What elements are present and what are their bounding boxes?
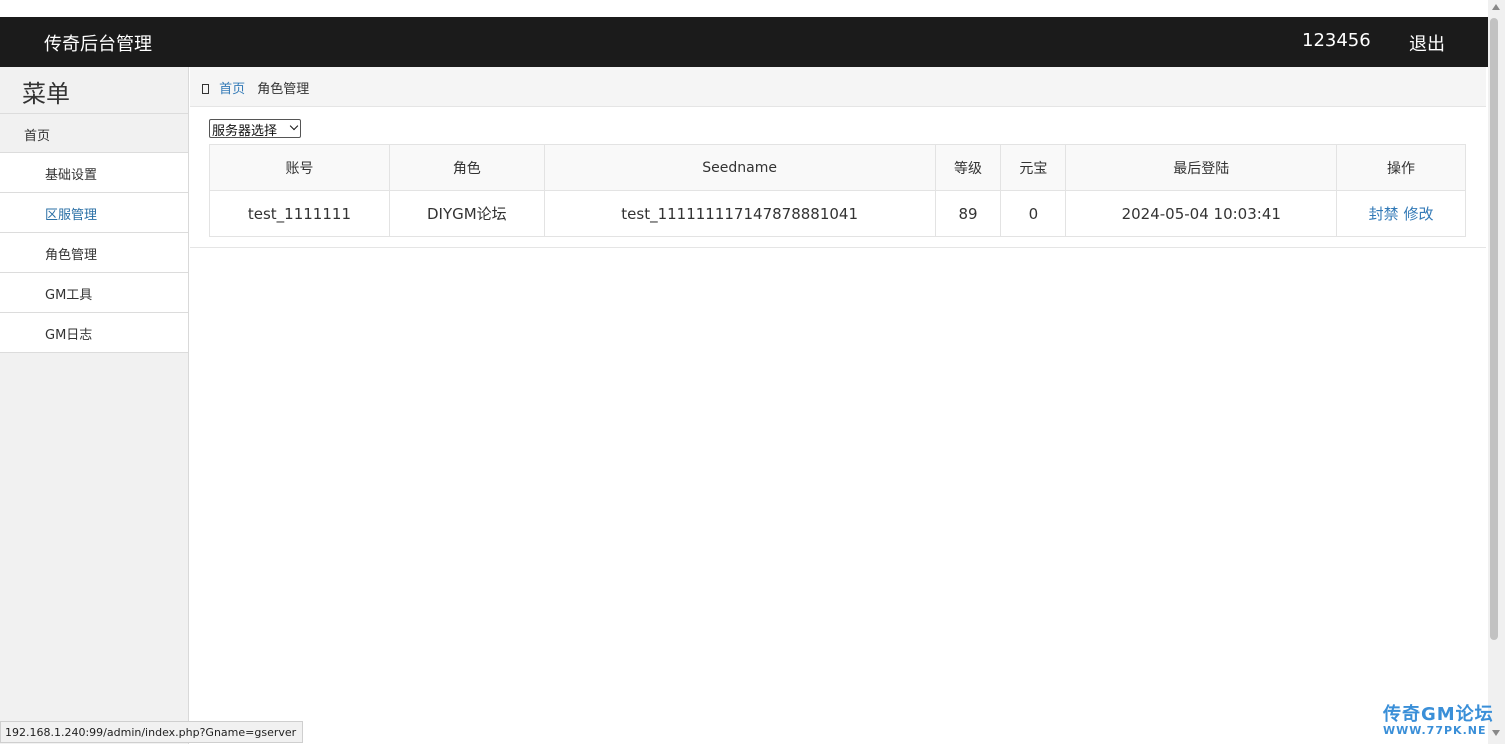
cell-yuanbao: 0: [1000, 190, 1067, 237]
edit-link[interactable]: 修改: [1403, 205, 1433, 223]
role-table: 账号 角色 Seedname 等级 元宝 最后登陆 操作 test_111111…: [209, 144, 1466, 237]
brand-title: 传奇后台管理: [44, 34, 152, 55]
watermark-logo: 传奇GM论坛 WWW.77PK.NE: [1383, 700, 1494, 737]
ban-link[interactable]: 封禁: [1369, 205, 1399, 223]
sidebar-item-gm-log[interactable]: GM日志: [0, 313, 188, 353]
top-gap: [0, 0, 1488, 17]
sidebar-item-role-management[interactable]: 角色管理: [0, 233, 188, 273]
sidebar-item-server-management[interactable]: 区服管理: [0, 193, 188, 233]
sidebar-home[interactable]: 首页: [0, 113, 188, 153]
breadcrumb-home-link[interactable]: 首页: [219, 82, 245, 97]
col-actions: 操作: [1336, 144, 1466, 191]
col-seedname: Seedname: [543, 144, 936, 191]
col-role: 角色: [388, 144, 545, 191]
server-select[interactable]: 服务器选择: [209, 119, 301, 139]
breadcrumb-current: 角色管理: [257, 82, 310, 97]
home-icon: [202, 84, 209, 94]
cell-actions: 封禁 修改: [1336, 190, 1466, 237]
table-header-row: 账号 角色 Seedname 等级 元宝 最后登陆 操作: [209, 144, 1466, 191]
cell-account: test_1111111: [209, 190, 390, 237]
col-yuanbao: 元宝: [1000, 144, 1067, 191]
chevron-down-icon: [289, 121, 299, 131]
status-url-bar: 192.168.1.240:99/admin/index.php?Gname=g…: [0, 721, 304, 743]
cell-last-login: 2024-05-04 10:03:41: [1065, 190, 1338, 237]
vertical-scrollbar[interactable]: [1488, 0, 1505, 744]
username: 123456: [1302, 30, 1371, 51]
scroll-thumb[interactable]: [1490, 18, 1498, 640]
server-select-value: 服务器选择: [212, 124, 278, 139]
breadcrumb: 首页 角色管理: [190, 67, 1486, 107]
sidebar-item-basic-settings[interactable]: 基础设置: [0, 153, 188, 193]
col-level: 等级: [934, 144, 1002, 191]
col-last-login: 最后登陆: [1065, 144, 1338, 191]
sidebar: 菜单 首页 基础设置 区服管理 角色管理 GM工具 GM日志: [0, 67, 189, 744]
watermark-line1: 传奇GM论坛: [1383, 704, 1494, 725]
cell-role: DIYGM论坛: [388, 190, 545, 237]
scroll-up-icon[interactable]: [1492, 4, 1500, 10]
col-account: 账号: [209, 144, 390, 191]
top-header: 传奇后台管理 123456 退出: [0, 17, 1488, 67]
watermark-line2: WWW.77PK.NE: [1383, 724, 1487, 737]
cell-level: 89: [934, 190, 1002, 237]
divider: [190, 247, 1486, 248]
sidebar-item-gm-tools[interactable]: GM工具: [0, 273, 188, 313]
main-content: 首页 角色管理 服务器选择 账号 角色 Seedname 等级 元宝 最后登陆 …: [190, 67, 1486, 744]
menu-title: 菜单: [22, 80, 70, 108]
table-row: test_1111111 DIYGM论坛 test_11111111714787…: [209, 190, 1466, 237]
cell-seedname: test_111111117147878881041: [543, 190, 936, 237]
logout-link[interactable]: 退出: [1409, 30, 1445, 56]
